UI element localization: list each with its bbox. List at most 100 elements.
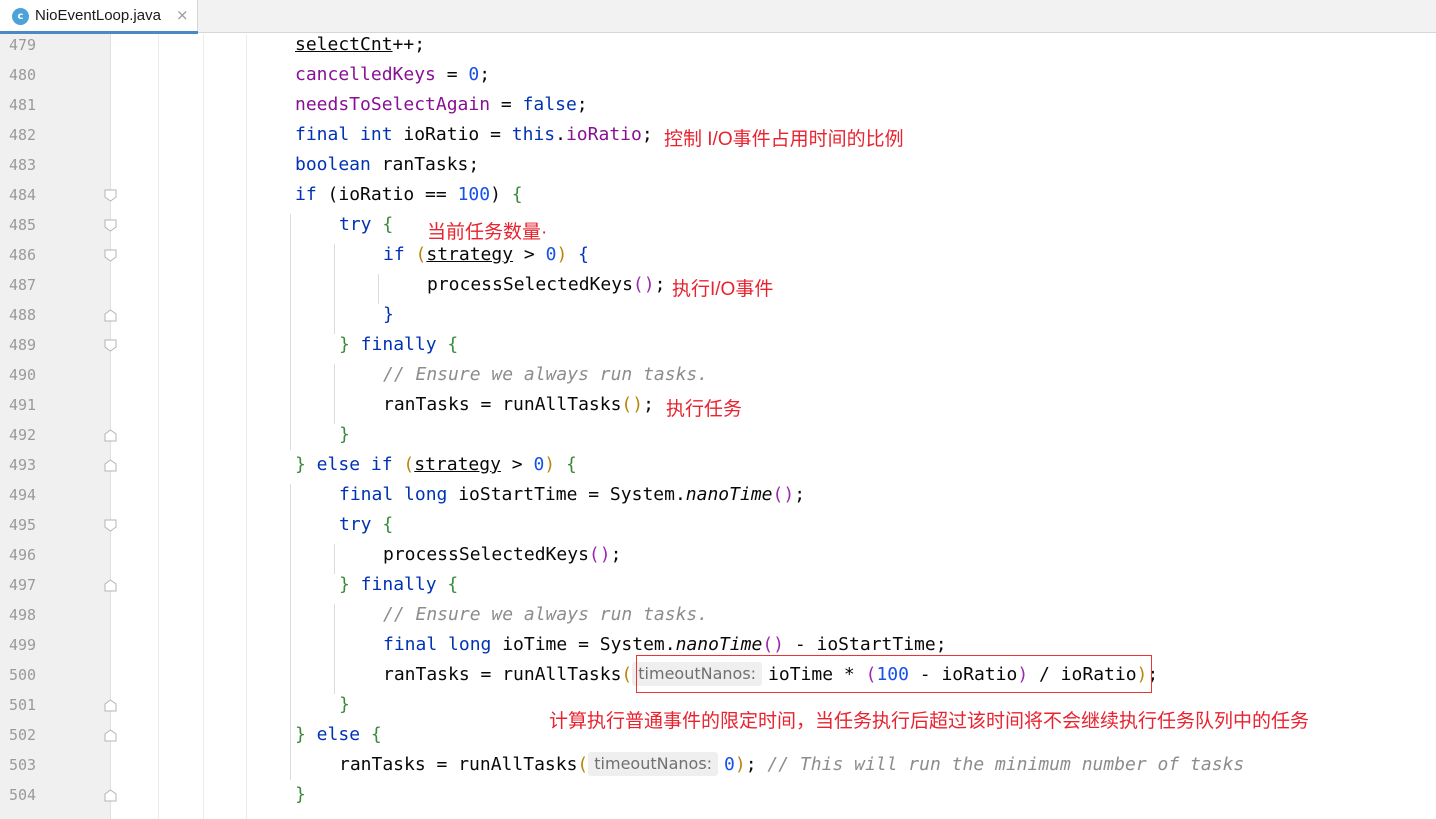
code-line-482[interactable]: final int ioRatio = this.ioRatio; [295,120,653,150]
fold-close-icon[interactable] [104,579,117,592]
tab-title: NioEventLoop.java [35,7,161,24]
token: . [555,124,566,145]
fold-open-icon[interactable] [104,219,117,232]
fold-close-icon[interactable] [104,429,117,442]
code-line-485[interactable]: try { [339,210,393,240]
code-line-503[interactable]: ranTasks = runAllTasks(timeoutNanos: 0); … [339,750,1244,780]
token: { [360,724,382,745]
line-number[interactable]: 496 [9,540,36,570]
token: ) [734,754,746,775]
code-line-484[interactable]: if (ioRatio == 100) { [295,180,523,210]
line-number[interactable]: 487 [9,270,36,300]
code-line-496[interactable]: processSelectedKeys(); [383,540,621,570]
line-number[interactable]: 484 [9,180,36,210]
token: this [511,124,556,145]
line-number[interactable]: 485 [9,210,36,240]
fold-close-icon[interactable] [104,789,117,802]
indent-guide [290,484,291,780]
fold-open-icon[interactable] [104,249,117,262]
line-number[interactable]: 492 [9,420,36,450]
code-line-487[interactable]: processSelectedKeys(); [427,270,665,300]
code-line-490[interactable]: // Ensure we always run tasks. [383,360,708,390]
annotation-io-ratio: 控制 I/O事件占用时间的比例 [664,129,904,150]
token: () [588,544,611,565]
token: { [371,214,394,235]
line-number[interactable]: 494 [9,480,36,510]
token: processSelectedKeys [427,274,633,295]
token: } [295,454,306,475]
token: ) [556,244,568,265]
indent-guide [158,34,159,819]
line-number[interactable]: 483 [9,150,36,180]
code-line-483[interactable]: boolean ranTasks; [295,150,479,180]
token: ; [610,544,622,565]
line-number[interactable]: 486 [9,240,36,270]
code-line-488[interactable]: } [383,300,394,330]
code-line-495[interactable]: try { [339,510,393,540]
fold-open-icon[interactable] [104,339,117,352]
token: // This will run the minimum number of t… [767,754,1245,775]
code-line-501[interactable]: } [339,690,350,720]
fold-close-icon[interactable] [104,459,117,472]
code-line-479[interactable]: selectCnt++; [295,30,425,60]
fold-open-icon[interactable] [104,189,117,202]
token: ) [544,454,556,475]
token: 0 [468,64,480,85]
line-number[interactable]: 503 [9,750,36,780]
line-number[interactable]: 495 [9,510,36,540]
code-line-493[interactable]: } else if (strategy > 0) { [295,450,577,480]
annotation-run-io: 执行I/O事件 [672,279,774,300]
code-line-489[interactable]: } finally { [339,330,458,360]
fold-close-icon[interactable] [104,729,117,742]
line-number[interactable]: 502 [9,720,36,750]
line-number[interactable]: 489 [9,330,36,360]
token: // Ensure we always run tasks. [383,604,709,625]
line-number[interactable]: 497 [9,570,36,600]
fold-close-icon[interactable] [104,309,117,322]
line-number[interactable]: 499 [9,630,36,660]
code-line-481[interactable]: needsToSelectAgain = false; [295,90,588,120]
code-line-504[interactable]: } [295,780,306,810]
token: if [383,244,405,265]
line-number[interactable]: 482 [9,120,36,150]
code-line-502[interactable]: } else { [295,720,382,750]
line-number[interactable]: 479 [9,30,36,60]
line-number[interactable]: 500 [9,660,36,690]
token: > [513,244,546,265]
line-number[interactable]: 498 [9,600,36,630]
code-line-492[interactable]: } [339,420,350,450]
token: ioRatio = [392,124,512,145]
token: () [762,634,784,655]
token: = [435,64,469,85]
indent-guide [203,34,204,819]
token: ranTasks = runAllTasks [339,754,578,775]
line-number[interactable]: 504 [9,780,36,810]
token: final [295,124,350,145]
line-number[interactable]: 481 [9,90,36,120]
line-number[interactable]: 491 [9,390,36,420]
token: try [339,214,372,235]
fold-open-icon[interactable] [104,519,117,532]
line-number[interactable]: 490 [9,360,36,390]
line-number[interactable]: 488 [9,300,36,330]
line-number[interactable]: 480 [9,60,36,90]
close-icon[interactable]: × [176,6,189,24]
code-line-486[interactable]: if (strategy > 0) { [383,240,589,270]
token: else if [305,454,393,475]
code-line-494[interactable]: final long ioStartTime = System.nanoTime… [339,480,805,510]
line-number[interactable]: 501 [9,690,36,720]
code-line-498[interactable]: // Ensure we always run tasks. [383,600,708,630]
code-line-480[interactable]: cancelledKeys = 0; [295,60,490,90]
code-line-497[interactable]: } finally { [339,570,458,600]
token: cancelledKeys [295,64,436,85]
indent-guide [334,544,335,574]
code-line-491[interactable]: ranTasks = runAllTasks(); [383,390,654,420]
token: false [522,94,577,115]
tab-nioeventloop[interactable]: c NioEventLoop.java × [0,0,198,34]
token: ( [415,244,427,265]
token: { [436,334,459,355]
indent-guide [334,364,335,424]
token: ; [641,124,653,145]
fold-close-icon[interactable] [104,699,117,712]
line-number[interactable]: 493 [9,450,36,480]
